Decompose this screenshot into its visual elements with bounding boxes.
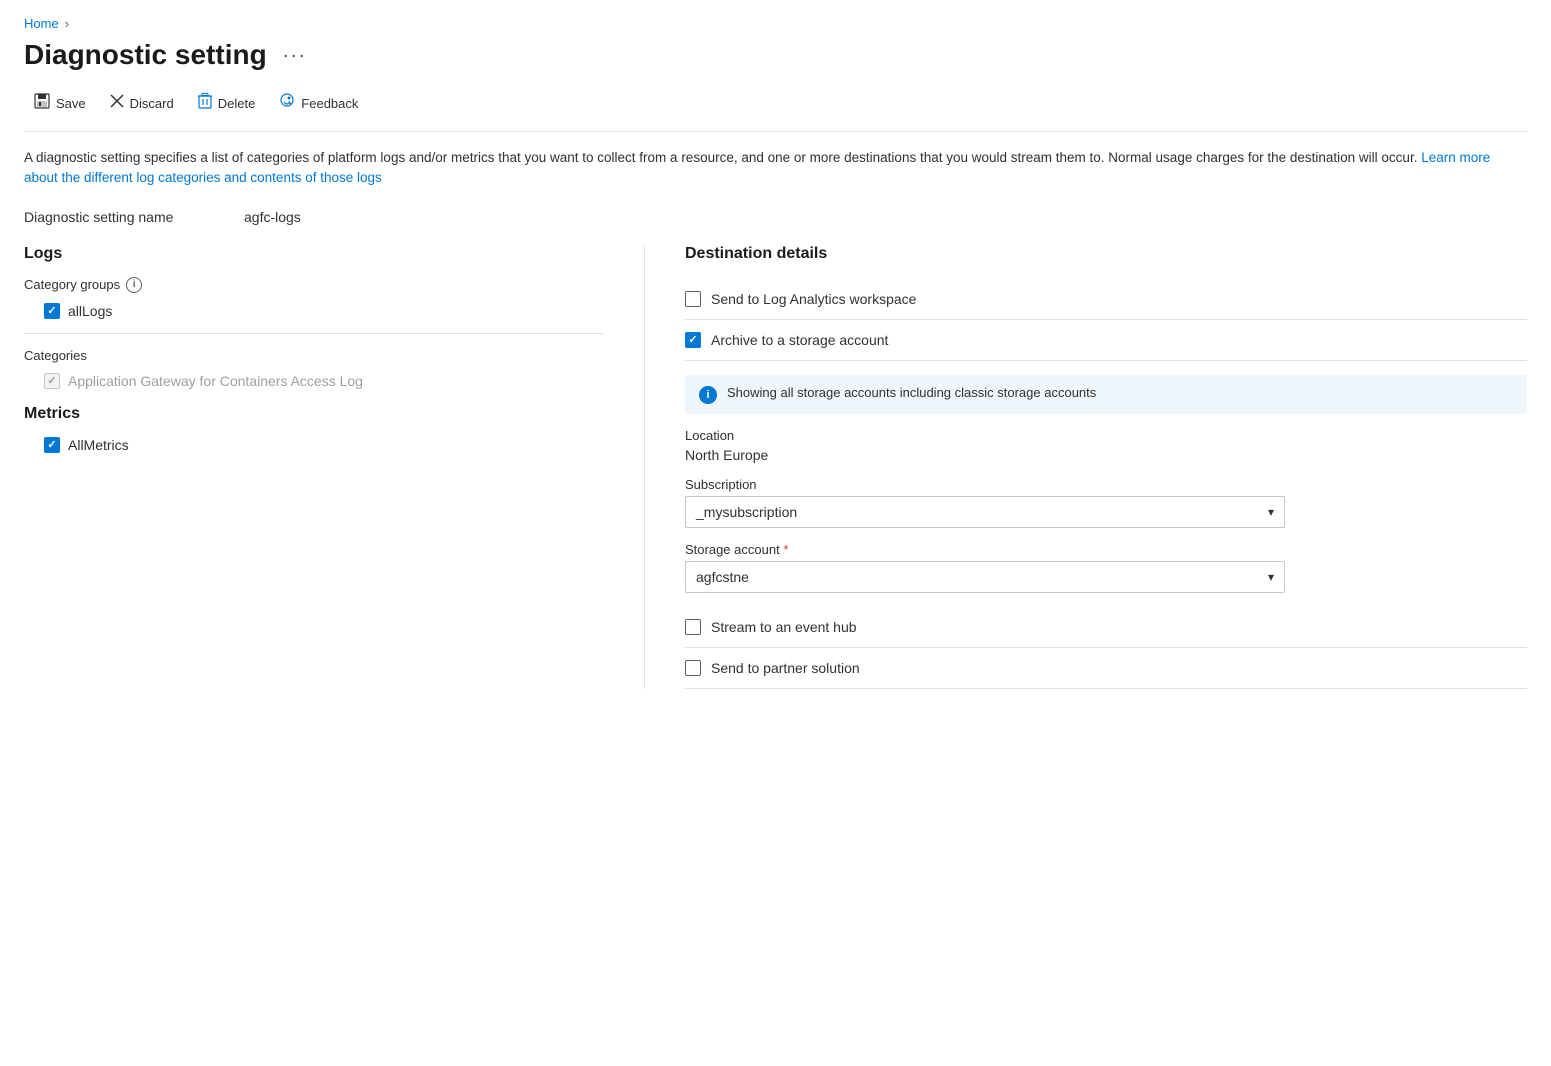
- app-gateway-checkbox[interactable]: [44, 373, 60, 389]
- storage-account-field: Storage account * agfcstne ▾: [685, 542, 1527, 593]
- partner-solution-checkbox[interactable]: [685, 660, 701, 676]
- storage-account-value: agfcstne: [696, 569, 749, 585]
- toolbar: Save Discard Delete: [24, 87, 1527, 132]
- location-field: Location North Europe: [685, 428, 1527, 463]
- event-hub-item: Stream to an event hub: [685, 607, 1527, 648]
- archive-storage-item: Archive to a storage account: [685, 320, 1527, 361]
- subscription-dropdown-arrow: ▾: [1268, 505, 1274, 519]
- save-button[interactable]: Save: [24, 87, 96, 119]
- metrics-section: Metrics AllMetrics: [24, 405, 604, 453]
- save-label: Save: [56, 96, 86, 111]
- info-banner-text: Showing all storage accounts including c…: [727, 385, 1096, 400]
- delete-button[interactable]: Delete: [188, 87, 266, 119]
- storage-account-label: Storage account *: [685, 542, 1527, 557]
- partner-solution-item: Send to partner solution: [685, 648, 1527, 689]
- save-icon: [34, 93, 50, 113]
- delete-label: Delete: [218, 96, 256, 111]
- subscription-dropdown[interactable]: _mysubscription ▾: [685, 496, 1285, 528]
- log-analytics-item: Send to Log Analytics workspace: [685, 279, 1527, 320]
- logs-section-title: Logs: [24, 245, 604, 263]
- delete-icon: [198, 93, 212, 113]
- subscription-label: Subscription: [685, 477, 1527, 492]
- all-metrics-label: AllMetrics: [68, 437, 129, 453]
- destination-section-title: Destination details: [685, 245, 1527, 263]
- setting-name-label: Diagnostic setting name: [24, 209, 224, 225]
- all-metrics-checkbox-item: AllMetrics: [44, 437, 604, 453]
- all-logs-checkbox[interactable]: [44, 303, 60, 319]
- metrics-section-title: Metrics: [24, 405, 604, 423]
- partner-solution-label: Send to partner solution: [711, 660, 860, 676]
- archive-storage-label: Archive to a storage account: [711, 332, 888, 348]
- all-logs-label: allLogs: [68, 303, 112, 319]
- info-icon: i: [699, 386, 717, 404]
- categories-label: Categories: [24, 348, 604, 363]
- feedback-button[interactable]: Feedback: [269, 87, 368, 119]
- event-hub-label: Stream to an event hub: [711, 619, 857, 635]
- category-groups-label: Category groups i: [24, 277, 604, 293]
- setting-name-value: agfc-logs: [244, 209, 301, 225]
- all-logs-checkbox-item: allLogs: [44, 303, 604, 319]
- storage-required-star: *: [783, 542, 788, 557]
- logs-divider: [24, 333, 604, 334]
- storage-info-banner: i Showing all storage accounts including…: [685, 375, 1527, 414]
- discard-button[interactable]: Discard: [100, 88, 184, 118]
- breadcrumb: Home ›: [24, 16, 1527, 31]
- right-panel: Destination details Send to Log Analytic…: [644, 245, 1527, 689]
- storage-account-dropdown-arrow: ▾: [1268, 570, 1274, 584]
- log-analytics-checkbox[interactable]: [685, 291, 701, 307]
- app-gateway-label: Application Gateway for Containers Acces…: [68, 373, 363, 389]
- app-gateway-checkbox-item: Application Gateway for Containers Acces…: [44, 373, 604, 389]
- feedback-label: Feedback: [301, 96, 358, 111]
- storage-account-dropdown[interactable]: agfcstne ▾: [685, 561, 1285, 593]
- left-panel: Logs Category groups i allLogs Categorie…: [24, 245, 644, 689]
- log-analytics-label: Send to Log Analytics workspace: [711, 291, 916, 307]
- subscription-field: Subscription _mysubscription ▾: [685, 477, 1527, 528]
- more-options-button[interactable]: ···: [277, 43, 313, 68]
- discard-label: Discard: [130, 96, 174, 111]
- setting-name-row: Diagnostic setting name agfc-logs: [24, 209, 1527, 225]
- archive-storage-checkbox[interactable]: [685, 332, 701, 348]
- feedback-icon: [279, 93, 295, 113]
- category-groups-info-icon[interactable]: i: [126, 277, 142, 293]
- location-label: Location: [685, 428, 1527, 443]
- page-title: Diagnostic setting: [24, 39, 267, 71]
- subscription-value: _mysubscription: [696, 504, 797, 520]
- description-text: A diagnostic setting specifies a list of…: [24, 150, 1417, 165]
- breadcrumb-separator: ›: [65, 16, 69, 31]
- location-value: North Europe: [685, 447, 1527, 463]
- description: A diagnostic setting specifies a list of…: [24, 148, 1527, 189]
- event-hub-checkbox[interactable]: [685, 619, 701, 635]
- discard-icon: [110, 94, 124, 112]
- home-link[interactable]: Home: [24, 16, 59, 31]
- all-metrics-checkbox[interactable]: [44, 437, 60, 453]
